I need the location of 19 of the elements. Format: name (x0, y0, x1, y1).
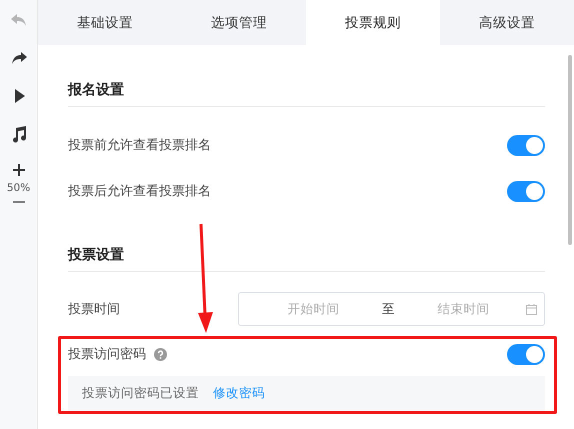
date-range-field[interactable]: 开始时间 至 结束时间 (238, 292, 545, 326)
toggle-switch[interactable] (507, 344, 545, 364)
help-icon[interactable] (154, 348, 167, 360)
setting-label: 投票后允许查看投票排名 (68, 183, 211, 200)
tab[interactable]: 投票规则 (306, 0, 440, 45)
range-separator: 至 (381, 300, 396, 318)
setting-label: 投票访问密码 (68, 346, 146, 363)
scrollbar[interactable] (568, 55, 572, 245)
start-time-placeholder: 开始时间 (286, 300, 340, 318)
end-time-placeholder: 结束时间 (436, 300, 490, 318)
section-heading: 投票设置 (68, 246, 124, 264)
setting-label: 投票前允许查看投票排名 (68, 137, 211, 154)
calendar-icon[interactable] (526, 304, 536, 314)
section-heading: 报名设置 (68, 81, 124, 99)
setting-label: 投票时间 (68, 301, 120, 318)
toggle-switch[interactable] (507, 134, 545, 156)
note-text: 投票访问密码已设置 (82, 385, 199, 402)
toggle-switch[interactable] (507, 180, 545, 202)
zoom-level: 50% (6, 182, 30, 194)
